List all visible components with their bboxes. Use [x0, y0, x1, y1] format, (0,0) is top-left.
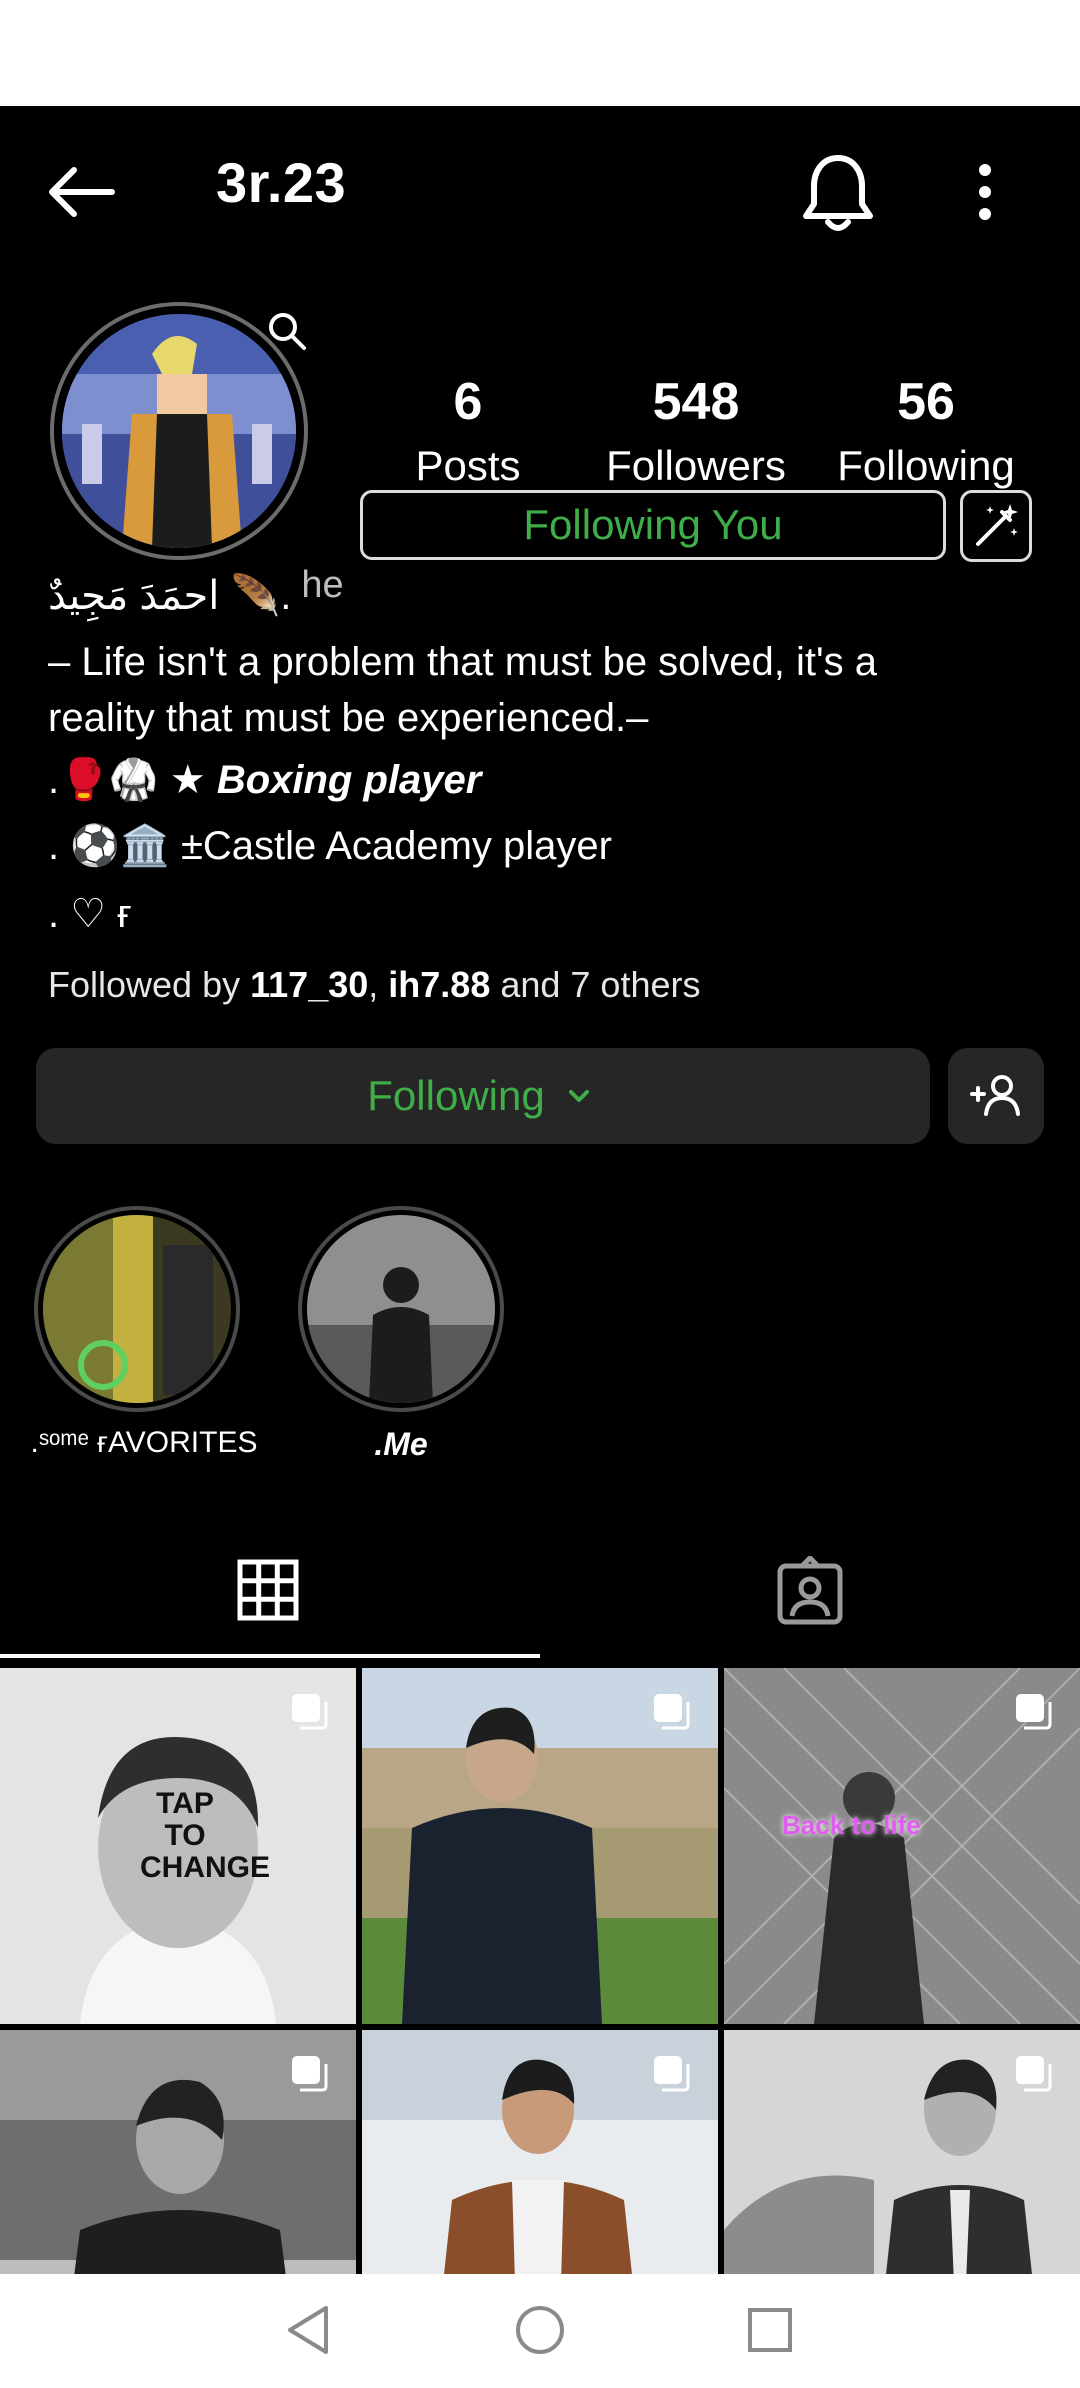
magic-button[interactable] [960, 490, 1032, 562]
multi-post-icon [654, 1694, 690, 1730]
post-thumbnail[interactable]: Back to life [724, 1668, 1080, 2024]
bio-name: احمَدَ مَجِيدٌ 🪶. he [48, 564, 344, 623]
multi-post-icon [292, 1694, 328, 1730]
highlight-favorites-cover [43, 1215, 231, 1403]
more-vertical-icon [979, 164, 991, 220]
stat-followers[interactable]: 548 Followers [576, 372, 816, 492]
bio-pronoun: he [301, 564, 344, 606]
post-caption: Back to life [782, 1810, 921, 1840]
highlight-favorites[interactable]: .ˢᵒᵐᵉ ғAVORITES [31, 1206, 257, 1459]
followed-by-prefix: Followed by [48, 964, 251, 1005]
grid-icon [237, 1559, 299, 1621]
highlight-me-label: .Me [374, 1426, 428, 1462]
notifications-button[interactable] [800, 150, 880, 234]
bio-line-3-prefix: .🥊🥋 ★ [48, 758, 217, 802]
stat-following-value: 56 [897, 373, 955, 431]
highlight-me-cover [307, 1215, 495, 1403]
stat-posts-label: Posts [415, 442, 521, 489]
stat-posts[interactable]: 6 Posts [348, 372, 588, 492]
bio-line-3: .🥊🥋 ★ Boxing player [48, 754, 481, 806]
stat-followers-label: Followers [606, 442, 786, 489]
chevron-down-icon [568, 1090, 589, 1102]
post-thumbnail[interactable]: TAP TO CHANGE [0, 1668, 356, 2024]
bio-line-1: – Life isn't a problem that must be solv… [48, 640, 878, 684]
bio-name-text: احمَدَ مَجِيدٌ 🪶. [48, 574, 292, 618]
stat-posts-value: 6 [453, 373, 483, 431]
highlight-favorites-label: .ˢᵒᵐᵉ ғAVORITES [30, 1426, 258, 1459]
add-user-icon [970, 1075, 1020, 1116]
following-button[interactable]: Following [36, 1048, 930, 1144]
followed-by-sep: , [368, 964, 389, 1005]
bio-line-3-bold: Boxing player [216, 758, 482, 802]
stat-following-label: Following [837, 442, 1015, 489]
followed-by[interactable]: Followed by 117_30, ih7.88 and 7 others [48, 964, 701, 1006]
avatar-search-button[interactable] [262, 306, 312, 356]
bell-icon [803, 155, 873, 231]
system-nav-bar [0, 2274, 1080, 2388]
status-bar [0, 0, 1080, 106]
followed-by-user-2[interactable]: ih7.88 [388, 964, 490, 1005]
follows-you-badge: Following You [360, 490, 946, 560]
back-arrow-icon [49, 167, 115, 217]
followed-by-user-1[interactable]: 117_30 [250, 964, 368, 1005]
stat-followers-value: 548 [652, 373, 740, 431]
highlight-me[interactable]: .Me [298, 1206, 504, 1462]
multi-post-icon [1016, 2056, 1052, 2092]
multi-post-icon [654, 2056, 690, 2092]
multi-post-icon [292, 2056, 328, 2092]
tab-tagged[interactable] [540, 1540, 1080, 1660]
tagged-icon [777, 1556, 843, 1625]
avatar[interactable] [62, 314, 296, 548]
magic-wand-icon [976, 504, 1018, 546]
nav-recents-icon[interactable] [742, 2302, 798, 2358]
bio-line-4: . ⚽🏛️ ±Castle Academy player [48, 824, 612, 868]
back-button[interactable] [40, 152, 130, 232]
suggest-users-button[interactable] [948, 1048, 1044, 1144]
profile-username: 3r.23 [216, 151, 347, 214]
post-thumbnail[interactable] [362, 1668, 718, 2024]
multi-post-icon [1016, 1694, 1052, 1730]
following-button-label: Following [367, 1072, 545, 1119]
nav-back-icon[interactable] [282, 2302, 334, 2358]
post-caption: TAP TO CHANGE [140, 1787, 271, 1884]
search-icon [269, 313, 306, 350]
nav-home-icon[interactable] [512, 2302, 568, 2358]
tab-posts-grid[interactable] [0, 1540, 540, 1660]
tab-active-indicator [0, 1654, 540, 1658]
bio-line-5: . ♡ ғ [48, 892, 132, 936]
more-options-button[interactable] [960, 150, 1010, 234]
stat-following[interactable]: 56 Following [806, 372, 1046, 492]
bio-line-2: reality that must be experienced.– [48, 696, 649, 740]
followed-by-suffix: and 7 others [490, 964, 701, 1005]
